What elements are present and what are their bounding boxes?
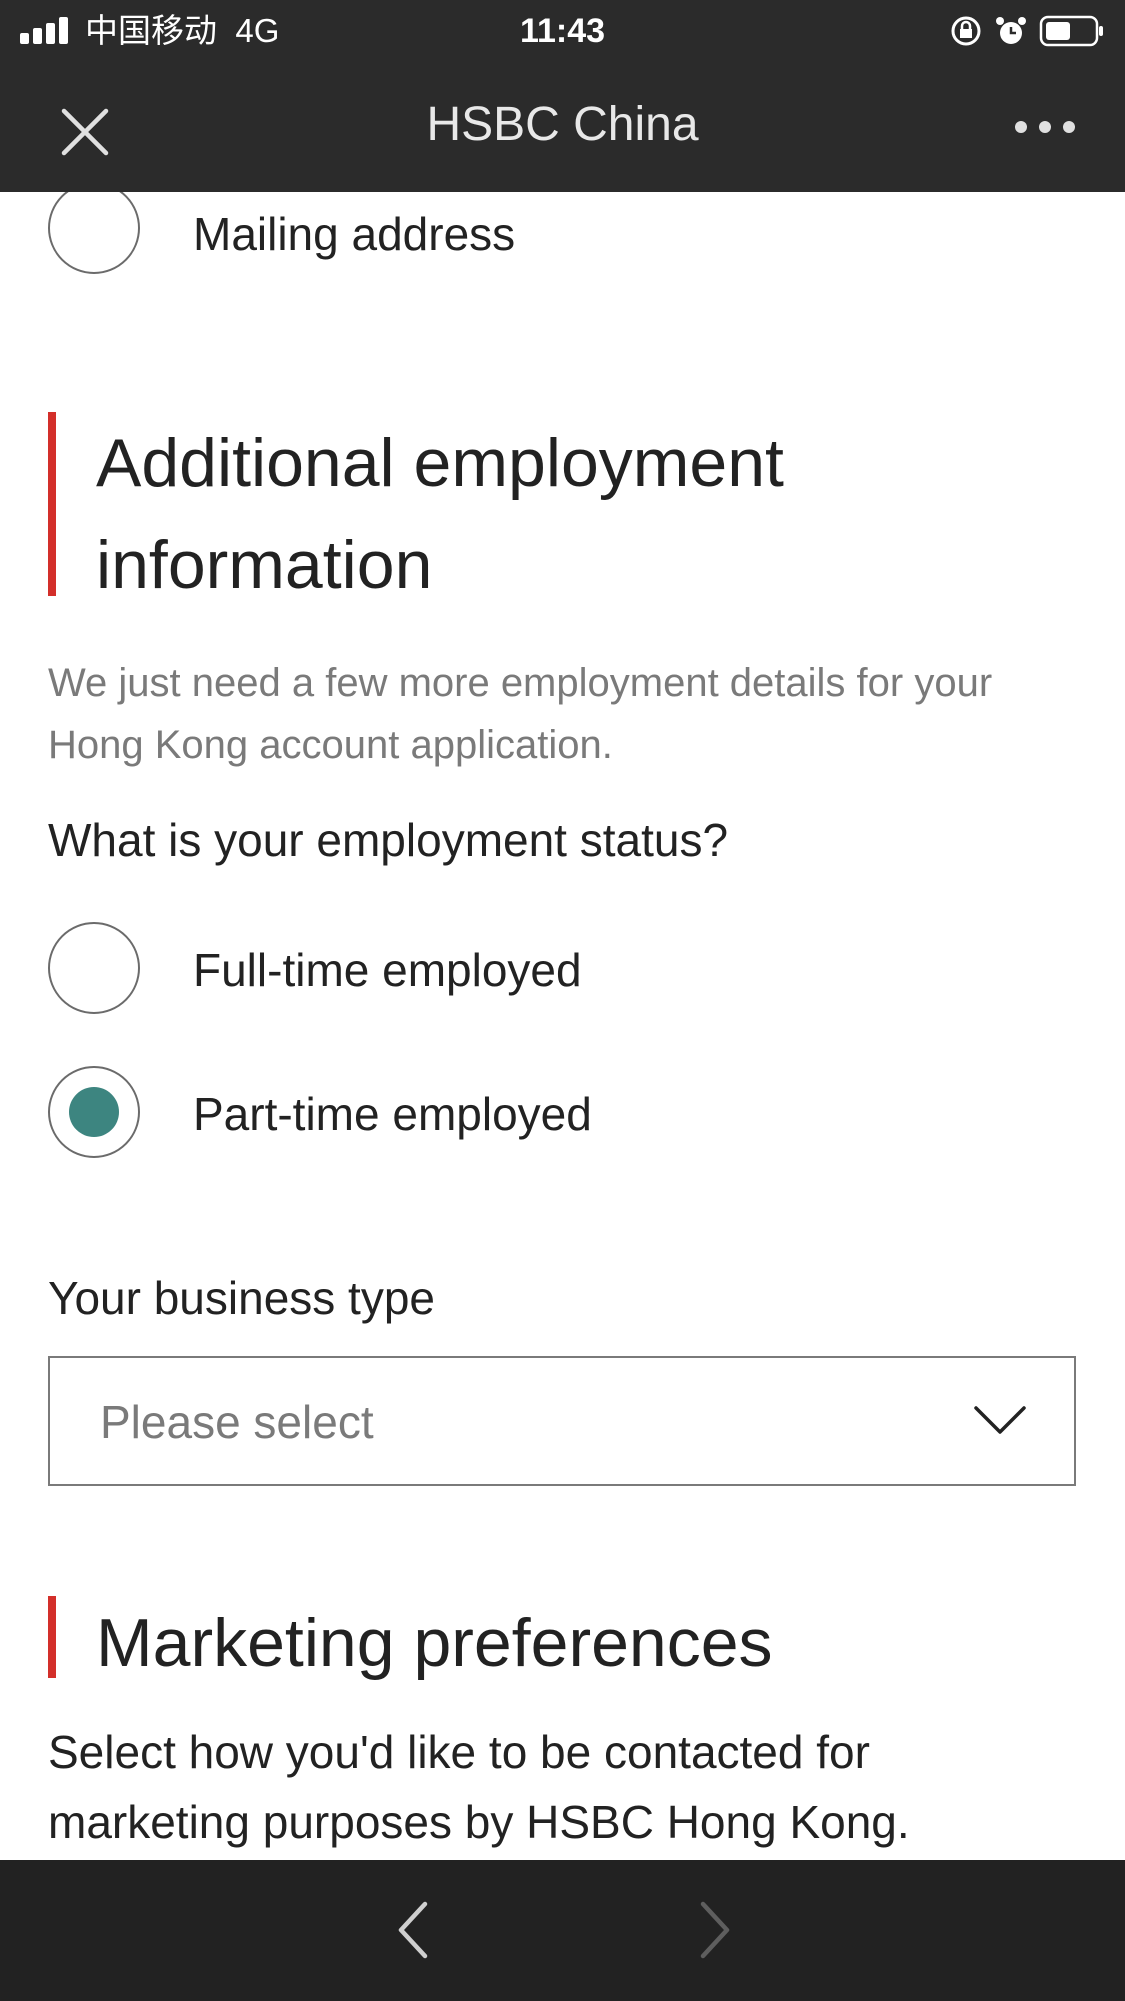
marketing-section-heading: Marketing preferences [48, 1592, 1078, 1694]
status-icons [949, 12, 1105, 50]
employment-section-heading: Additional employment information [48, 412, 1078, 616]
marketing-description: Select how you'd like to be contacted fo… [48, 1726, 910, 1848]
chevron-down-icon [974, 1406, 1026, 1434]
page-title: HSBC China [426, 98, 699, 151]
employment-intro-text: We just need a few more employment detai… [48, 661, 993, 767]
heading-accent-bar [48, 412, 56, 596]
radio-selected-dot [69, 1087, 119, 1137]
radio-label: Full-time employed [193, 944, 582, 996]
radio-button-selected[interactable] [48, 1066, 140, 1158]
radio-button[interactable] [48, 922, 140, 1014]
back-button[interactable] [385, 1890, 441, 1970]
radio-full-time-employed[interactable]: Full-time employed [48, 922, 1048, 1018]
nav-bar: HSBC China [0, 62, 1125, 192]
section-title: Marketing preferences [96, 1605, 773, 1681]
battery-icon [1039, 15, 1103, 47]
form-content[interactable]: Mailing address Additional employment in… [0, 192, 1125, 1860]
radio-mailing-address[interactable]: Mailing address [48, 192, 1048, 278]
business-type-label: Your business type [48, 1272, 436, 1324]
business-type-select[interactable]: Please select [48, 1356, 1076, 1486]
chevron-left-icon [398, 1901, 428, 1959]
radio-label: Mailing address [193, 208, 516, 260]
more-icon [1015, 121, 1075, 133]
section-title: Additional employment information [96, 425, 784, 603]
radio-label: Part-time employed [193, 1088, 592, 1140]
employment-status-question: What is your employment status? [48, 814, 729, 866]
heading-accent-bar [48, 1596, 56, 1678]
alarm-icon [996, 17, 1026, 44]
browser-toolbar [0, 1860, 1125, 2001]
radio-button[interactable] [48, 192, 140, 274]
forward-button[interactable] [687, 1890, 743, 1970]
radio-part-time-employed[interactable]: Part-time employed [48, 1066, 1048, 1162]
select-placeholder: Please select [100, 1396, 374, 1448]
chevron-right-icon [700, 1901, 730, 1959]
orientation-lock-icon [951, 16, 981, 46]
more-button[interactable] [1005, 102, 1085, 152]
status-bar: 中国移动 4G 11:43 [0, 0, 1125, 62]
